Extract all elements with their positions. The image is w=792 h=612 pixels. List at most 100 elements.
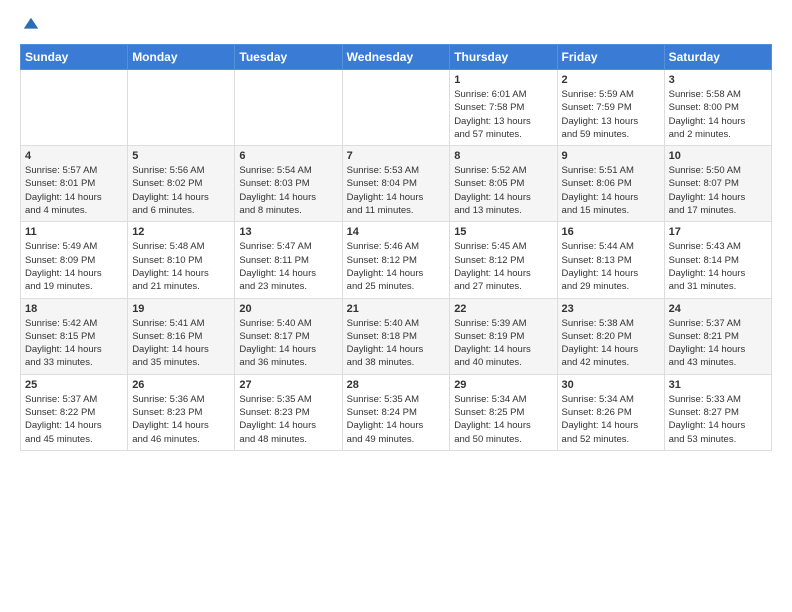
calendar-header-monday: Monday <box>128 45 235 70</box>
day-number: 5 <box>132 150 230 162</box>
page: SundayMondayTuesdayWednesdayThursdayFrid… <box>0 0 792 471</box>
calendar-cell: 19Sunrise: 5:41 AM Sunset: 8:16 PM Dayli… <box>128 298 235 374</box>
day-number: 11 <box>25 226 123 238</box>
day-info: Sunrise: 5:53 AM Sunset: 8:04 PM Dayligh… <box>347 164 446 217</box>
day-number: 26 <box>132 379 230 391</box>
calendar-cell: 28Sunrise: 5:35 AM Sunset: 8:24 PM Dayli… <box>342 374 450 450</box>
calendar-cell: 5Sunrise: 5:56 AM Sunset: 8:02 PM Daylig… <box>128 146 235 222</box>
calendar-week-3: 11Sunrise: 5:49 AM Sunset: 8:09 PM Dayli… <box>21 222 772 298</box>
day-info: Sunrise: 5:59 AM Sunset: 7:59 PM Dayligh… <box>562 88 660 141</box>
calendar-cell: 22 Sunrise: 5:39 AM Sunset: 8:19 PM Dayli… <box>450 298 557 374</box>
day-number: 14 <box>347 226 446 238</box>
day-number: 1 <box>454 74 552 86</box>
calendar-cell: 26 Sunrise: 5:36 AM Sunset: 8:23 PM Dayli… <box>128 374 235 450</box>
day-info: Sunrise: 5:40 AM Sunset: 8:17 PM Dayligh… <box>239 317 337 370</box>
calendar-cell <box>21 70 128 146</box>
day-info: Sunrise: 5:38 AM Sunset: 8:20 PM Dayligh… <box>562 317 660 370</box>
day-info: Sunrise: 5:50 AM Sunset: 8:07 PM Dayligh… <box>669 164 767 217</box>
day-number: 12 <box>132 226 230 238</box>
day-number: 4 <box>25 150 123 162</box>
calendar-cell: 27Sunrise: 5:35 AM Sunset: 8:23 PM Dayli… <box>235 374 342 450</box>
calendar: SundayMondayTuesdayWednesdayThursdayFrid… <box>20 44 772 451</box>
calendar-week-2: 4 Sunrise: 5:57 AM Sunset: 8:01 PM Daylig… <box>21 146 772 222</box>
calendar-header-tuesday: Tuesday <box>235 45 342 70</box>
calendar-cell: 13 Sunrise: 5:47 AM Sunset: 8:11 PM Dayli… <box>235 222 342 298</box>
day-number: 7 <box>347 150 446 162</box>
day-info: Sunrise: 5:33 AM Sunset: 8:27 PM Dayligh… <box>669 393 767 446</box>
logo-icon <box>22 16 40 34</box>
day-info: Sunrise: 5:48 AM Sunset: 8:10 PM Dayligh… <box>132 240 230 293</box>
day-info: Sunrise: 5:42 AM Sunset: 8:15 PM Dayligh… <box>25 317 123 370</box>
calendar-header-saturday: Saturday <box>664 45 771 70</box>
day-number: 2 <box>562 74 660 86</box>
day-number: 6 <box>239 150 337 162</box>
day-number: 9 <box>562 150 660 162</box>
day-number: 13 <box>239 226 337 238</box>
day-number: 24 <box>669 303 767 315</box>
day-number: 27 <box>239 379 337 391</box>
day-info: Sunrise: 5:34 AM Sunset: 8:25 PM Dayligh… <box>454 393 552 446</box>
day-info: Sunrise: 5:34 AM Sunset: 8:26 PM Dayligh… <box>562 393 660 446</box>
calendar-cell: 12 Sunrise: 5:48 AM Sunset: 8:10 PM Dayli… <box>128 222 235 298</box>
day-info: Sunrise: 5:58 AM Sunset: 8:00 PM Dayligh… <box>669 88 767 141</box>
day-info: Sunrise: 5:45 AM Sunset: 8:12 PM Dayligh… <box>454 240 552 293</box>
calendar-cell: 9 Sunrise: 5:51 AM Sunset: 8:06 PM Daylig… <box>557 146 664 222</box>
calendar-cell: 17 Sunrise: 5:43 AM Sunset: 8:14 PM Dayli… <box>664 222 771 298</box>
day-number: 30 <box>562 379 660 391</box>
day-info: Sunrise: 5:52 AM Sunset: 8:05 PM Dayligh… <box>454 164 552 217</box>
calendar-cell <box>342 70 450 146</box>
calendar-cell: 6 Sunrise: 5:54 AM Sunset: 8:03 PM Daylig… <box>235 146 342 222</box>
day-info: Sunrise: 5:46 AM Sunset: 8:12 PM Dayligh… <box>347 240 446 293</box>
day-number: 20 <box>239 303 337 315</box>
day-number: 3 <box>669 74 767 86</box>
day-info: Sunrise: 5:37 AM Sunset: 8:22 PM Dayligh… <box>25 393 123 446</box>
day-number: 29 <box>454 379 552 391</box>
day-info: Sunrise: 5:44 AM Sunset: 8:13 PM Dayligh… <box>562 240 660 293</box>
day-number: 25 <box>25 379 123 391</box>
calendar-cell: 1Sunrise: 6:01 AM Sunset: 7:58 PM Daylig… <box>450 70 557 146</box>
day-info: Sunrise: 5:47 AM Sunset: 8:11 PM Dayligh… <box>239 240 337 293</box>
header <box>20 16 772 34</box>
day-number: 21 <box>347 303 446 315</box>
calendar-cell: 7 Sunrise: 5:53 AM Sunset: 8:04 PM Daylig… <box>342 146 450 222</box>
calendar-cell: 11Sunrise: 5:49 AM Sunset: 8:09 PM Dayli… <box>21 222 128 298</box>
calendar-cell: 31 Sunrise: 5:33 AM Sunset: 8:27 PM Dayli… <box>664 374 771 450</box>
calendar-cell: 16 Sunrise: 5:44 AM Sunset: 8:13 PM Dayli… <box>557 222 664 298</box>
calendar-cell: 10Sunrise: 5:50 AM Sunset: 8:07 PM Dayli… <box>664 146 771 222</box>
calendar-header-row: SundayMondayTuesdayWednesdayThursdayFrid… <box>21 45 772 70</box>
calendar-cell: 3 Sunrise: 5:58 AM Sunset: 8:00 PM Daylig… <box>664 70 771 146</box>
day-info: Sunrise: 5:54 AM Sunset: 8:03 PM Dayligh… <box>239 164 337 217</box>
day-info: Sunrise: 5:40 AM Sunset: 8:18 PM Dayligh… <box>347 317 446 370</box>
logo-text <box>20 16 40 34</box>
calendar-cell: 2 Sunrise: 5:59 AM Sunset: 7:59 PM Daylig… <box>557 70 664 146</box>
day-number: 8 <box>454 150 552 162</box>
day-number: 16 <box>562 226 660 238</box>
day-info: Sunrise: 5:51 AM Sunset: 8:06 PM Dayligh… <box>562 164 660 217</box>
calendar-header-thursday: Thursday <box>450 45 557 70</box>
calendar-cell: 24Sunrise: 5:37 AM Sunset: 8:21 PM Dayli… <box>664 298 771 374</box>
day-number: 18 <box>25 303 123 315</box>
day-number: 19 <box>132 303 230 315</box>
calendar-cell: 25 Sunrise: 5:37 AM Sunset: 8:22 PM Dayli… <box>21 374 128 450</box>
day-number: 17 <box>669 226 767 238</box>
calendar-header-sunday: Sunday <box>21 45 128 70</box>
day-info: Sunrise: 5:39 AM Sunset: 8:19 PM Dayligh… <box>454 317 552 370</box>
calendar-week-5: 25 Sunrise: 5:37 AM Sunset: 8:22 PM Dayli… <box>21 374 772 450</box>
day-info: Sunrise: 5:57 AM Sunset: 8:01 PM Dayligh… <box>25 164 123 217</box>
day-number: 31 <box>669 379 767 391</box>
day-info: Sunrise: 5:36 AM Sunset: 8:23 PM Dayligh… <box>132 393 230 446</box>
day-number: 22 <box>454 303 552 315</box>
calendar-cell: 15Sunrise: 5:45 AM Sunset: 8:12 PM Dayli… <box>450 222 557 298</box>
calendar-cell: 23Sunrise: 5:38 AM Sunset: 8:20 PM Dayli… <box>557 298 664 374</box>
calendar-cell: 30 Sunrise: 5:34 AM Sunset: 8:26 PM Dayli… <box>557 374 664 450</box>
calendar-week-1: 1Sunrise: 6:01 AM Sunset: 7:58 PM Daylig… <box>21 70 772 146</box>
day-info: Sunrise: 5:43 AM Sunset: 8:14 PM Dayligh… <box>669 240 767 293</box>
calendar-cell: 29 Sunrise: 5:34 AM Sunset: 8:25 PM Dayli… <box>450 374 557 450</box>
calendar-week-4: 18 Sunrise: 5:42 AM Sunset: 8:15 PM Dayli… <box>21 298 772 374</box>
calendar-cell: 21 Sunrise: 5:40 AM Sunset: 8:18 PM Dayli… <box>342 298 450 374</box>
logo <box>20 16 40 34</box>
calendar-cell: 20 Sunrise: 5:40 AM Sunset: 8:17 PM Dayli… <box>235 298 342 374</box>
calendar-cell: 18 Sunrise: 5:42 AM Sunset: 8:15 PM Dayli… <box>21 298 128 374</box>
calendar-cell: 8 Sunrise: 5:52 AM Sunset: 8:05 PM Daylig… <box>450 146 557 222</box>
calendar-header-friday: Friday <box>557 45 664 70</box>
